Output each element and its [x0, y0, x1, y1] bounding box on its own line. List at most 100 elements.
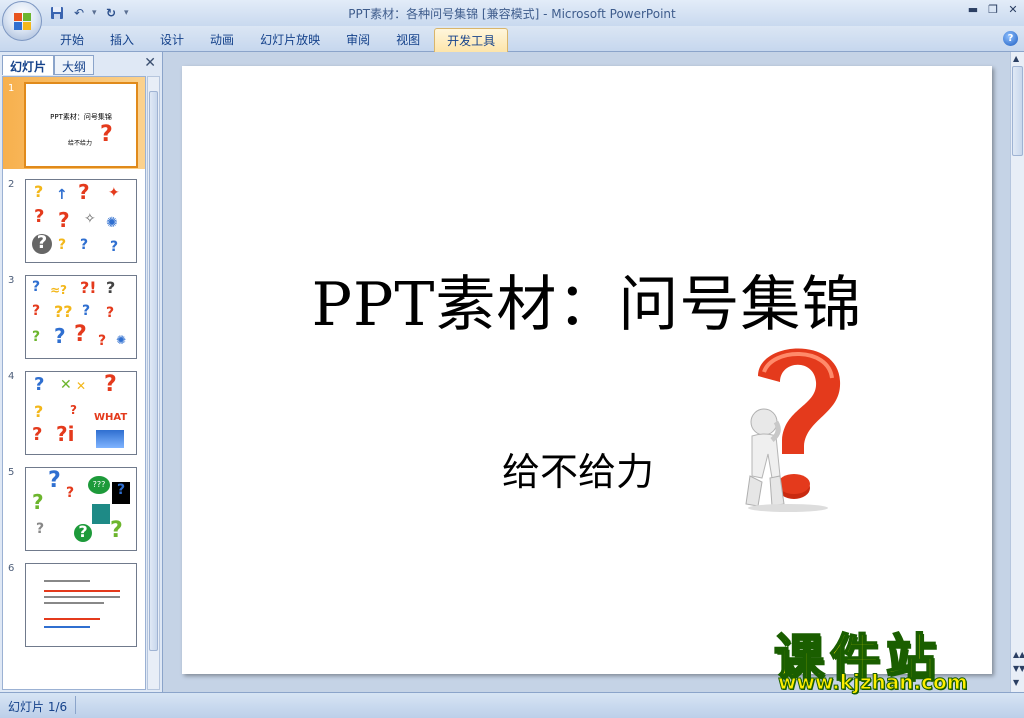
maximize-icon[interactable]: ❐ — [986, 3, 1000, 17]
document-title: PPT素材：各种问号集锦 [兼容模式] — [348, 7, 540, 21]
pane-close-icon[interactable]: ✕ — [144, 55, 156, 71]
tab-slide-show[interactable]: 幻灯片放映 — [248, 28, 332, 53]
slide-thumbnail-row[interactable]: 3 ? ≈? ?! ? ? ?? ? ? ? ? ? ? ✺ — [3, 269, 145, 361]
question-mark-icon: ? — [54, 324, 66, 348]
question-mark-icon: ? — [34, 374, 45, 395]
status-bar: 幻灯片 1/6 — [0, 692, 1024, 718]
tab-home[interactable]: 开始 — [48, 28, 96, 53]
slide-thumbnail-row[interactable]: 1 PPT素材：问号集锦 给不给力 ? — [3, 77, 145, 169]
question-mark-icon: ? — [110, 518, 123, 543]
question-mark-icon: ? — [106, 305, 115, 321]
app-name: Microsoft PowerPoint — [551, 7, 676, 21]
window-title: PPT素材：各种问号集锦 [兼容模式] - Microsoft PowerPoi… — [0, 5, 1024, 22]
question-mark-icon: ✧ — [84, 211, 96, 227]
thumb-dark-block: ? — [112, 482, 130, 504]
scroll-up-icon[interactable]: ▲ — [1013, 54, 1019, 63]
question-mark-icon: ? — [98, 333, 107, 349]
thumbnail-scrollbar[interactable] — [147, 76, 160, 690]
slide-thumbnail[interactable]: PPT素材：问号集锦 给不给力 ? — [24, 82, 138, 168]
question-mark-icon: ? — [106, 278, 116, 297]
question-mark-figure-icon[interactable] — [728, 336, 858, 516]
office-button[interactable] — [2, 1, 42, 41]
title-separator: - — [539, 7, 552, 21]
slide-subtitle[interactable]: 给不给力 — [502, 441, 654, 496]
slide-thumbnail[interactable]: ? ↑ ? ✦ ? ? ✧ ✺ ? ? ? ? — [25, 179, 137, 263]
question-mark-icon: ? — [36, 521, 45, 537]
slide-thumbnail[interactable]: ? ? ? ??? ? ? ? ? — [25, 467, 137, 551]
watermark: 课件站 www.kjzhan.com — [768, 618, 1008, 695]
watermark-url: www.kjzhan.com — [778, 670, 969, 695]
slide-thumbnail[interactable] — [25, 563, 137, 647]
thumb-what-label: WHAT — [94, 412, 128, 423]
slide-thumbnail[interactable]: ? ✕ ✕ ? ? ? WHAT ? ?i — [25, 371, 137, 455]
tab-animations[interactable]: 动画 — [198, 28, 246, 53]
ribbon-tabs: 开始 插入 设计 动画 幻灯片放映 审阅 视图 开发工具 — [48, 28, 510, 53]
slide-indicator: 幻灯片 1/6 — [8, 700, 68, 714]
close-icon[interactable]: ✕ — [1006, 3, 1020, 17]
scrollbar-thumb[interactable] — [149, 91, 158, 651]
question-mark-icon: ✺ — [106, 215, 118, 231]
question-mark-icon: ? — [32, 490, 44, 514]
question-mark-icon: ? — [32, 234, 52, 254]
slide-editor: PPT素材：问号集锦 给不给力 — [164, 52, 1010, 692]
slide-number: 1 — [8, 83, 15, 94]
tab-developer[interactable]: 开发工具 — [434, 28, 509, 53]
slide-thumbnail-row[interactable]: 5 ? ? ? ??? ? ? ? ? — [3, 461, 145, 553]
slide-number: 2 — [8, 179, 15, 190]
question-mark-icon: ? — [32, 279, 41, 295]
tab-review[interactable]: 审阅 — [334, 28, 382, 53]
question-mark-icon: ? — [34, 182, 44, 201]
thumb-text-line — [44, 596, 120, 598]
slide-thumbnail[interactable]: ? ≈? ?! ? ? ?? ? ? ? ? ? ? ✺ — [25, 275, 137, 359]
question-mark-icon: ? — [66, 485, 75, 501]
help-icon[interactable]: ? — [1003, 31, 1018, 46]
slides-pane: 幻灯片 大纲 ✕ 1 PPT素材：问号集锦 给不给力 ? 2 ? ↑ ? ✦ ?… — [0, 52, 163, 692]
scrollbar-thumb[interactable] — [1012, 66, 1023, 156]
tab-outline[interactable]: 大纲 — [54, 55, 95, 75]
question-mark-icon: ✕ — [76, 379, 87, 393]
slide-canvas[interactable]: PPT素材：问号集锦 给不给力 — [182, 66, 992, 674]
ribbon: 开始 插入 设计 动画 幻灯片放映 审阅 视图 开发工具 ? — [0, 26, 1024, 53]
tab-insert[interactable]: 插入 — [98, 28, 146, 53]
thumb-text-line — [44, 580, 90, 582]
question-mark-icon: ? — [32, 424, 43, 445]
slide-thumbnail-row[interactable]: 2 ? ↑ ? ✦ ? ? ✧ ✺ ? ? ? ? — [3, 173, 145, 265]
editor-scrollbar[interactable]: ▲ ▲▲ ▼▼ ▼ — [1010, 52, 1024, 692]
thumb-text-line — [44, 618, 100, 620]
question-mark-icon: ? — [74, 524, 92, 542]
tab-slides[interactable]: 幻灯片 — [2, 55, 55, 75]
question-mark-icon: ? — [82, 303, 91, 319]
tab-design[interactable]: 设计 — [148, 28, 196, 53]
slide-thumbnail-row[interactable]: 4 ? ✕ ✕ ? ? ? WHAT ? ?i — [3, 365, 145, 457]
thumb-image-block — [96, 430, 124, 448]
question-mark-icon: ? — [34, 206, 45, 227]
thumb-text-line — [44, 602, 104, 604]
question-mark-icon: ?! — [80, 278, 97, 297]
slide-title[interactable]: PPT素材：问号集锦 — [182, 256, 992, 343]
next-slide-icon[interactable]: ▼▼ — [1013, 664, 1024, 673]
question-mark-icon: ? — [58, 208, 70, 232]
slide-number: 4 — [8, 371, 15, 382]
slide-number: 6 — [8, 563, 15, 574]
question-mark-icon: ? — [80, 237, 89, 253]
window-controls: ▬ ❐ ✕ — [966, 3, 1020, 17]
question-mark-icon: ?i — [56, 422, 75, 446]
question-mark-icon: ↑ — [56, 187, 68, 203]
question-mark-icon: ? — [78, 180, 90, 204]
question-mark-icon: ✦ — [108, 185, 120, 201]
status-divider — [75, 696, 76, 714]
scroll-down-icon[interactable]: ▼ — [1013, 678, 1019, 687]
thumb-subtitle: 给不给力 — [68, 140, 93, 147]
title-bar: ↶ ▾ ↻ ▾ PPT素材：各种问号集锦 [兼容模式] - Microsoft … — [0, 0, 1024, 26]
thumb-title: PPT素材：问号集锦 — [50, 113, 112, 121]
slide-thumbnail-row[interactable]: 6 — [3, 557, 145, 649]
thumb-text-line — [44, 590, 120, 592]
question-mark-icon: ? — [70, 403, 77, 417]
thumb-teal-block — [92, 504, 110, 524]
question-mark-icon: ? — [32, 329, 41, 345]
previous-slide-icon[interactable]: ▲▲ — [1013, 650, 1024, 659]
thumb-green-badge: ??? — [88, 476, 110, 494]
tab-view[interactable]: 视图 — [384, 28, 432, 53]
slide-number: 5 — [8, 467, 15, 478]
minimize-icon[interactable]: ▬ — [966, 3, 980, 17]
